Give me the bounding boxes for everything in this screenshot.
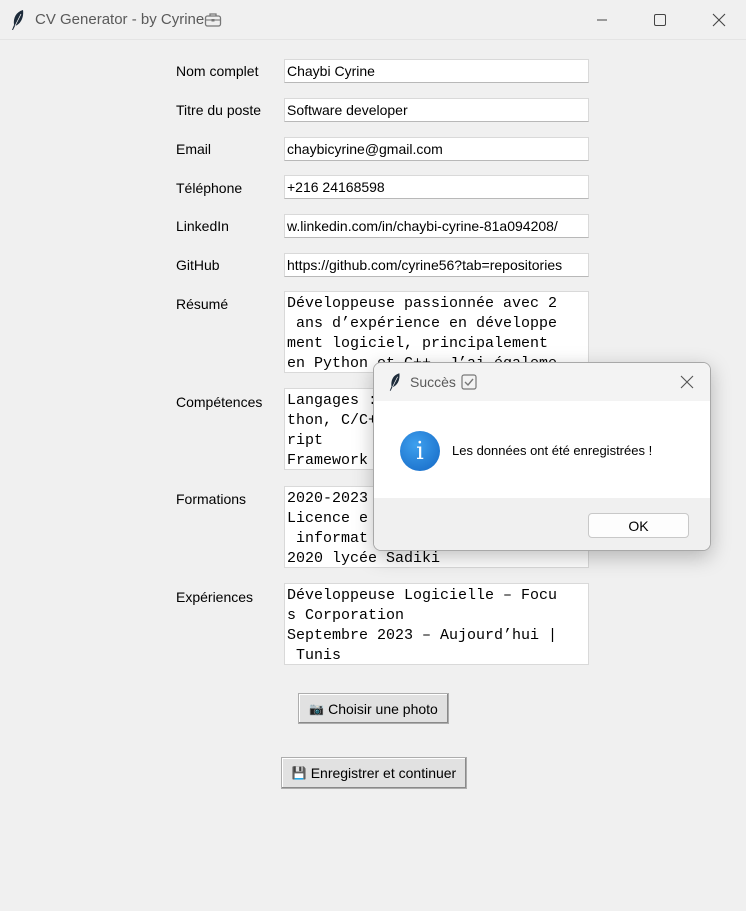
save-continue-label: Enregistrer et continuer (310, 765, 457, 781)
success-dialog: Succès i Les données ont été enregistrée… (373, 362, 711, 551)
feather-icon (389, 373, 400, 391)
experiences-textarea[interactable]: Développeuse Logicielle – Focu s Corpora… (284, 583, 589, 665)
save-continue-button[interactable]: 💾 Enregistrer et continuer (281, 757, 467, 789)
minimize-button[interactable] (572, 0, 632, 40)
camera-icon: 📷 (309, 701, 325, 716)
maximize-button[interactable] (630, 0, 690, 40)
linkedin-input[interactable]: w.linkedin.com/in/chaybi-cyrine-81a09420… (284, 214, 589, 238)
resume-textarea[interactable]: Développeuse passionnée avec 2 ans d’exp… (284, 291, 589, 373)
label-email: Email (176, 141, 212, 157)
label-linkedin: LinkedIn (176, 218, 229, 234)
telephone-input[interactable]: +216 24168598 (284, 175, 589, 199)
floppy-disk-icon: 💾 (291, 766, 307, 780)
label-resume: Résumé (176, 296, 229, 312)
choose-photo-label: Choisir une photo (328, 700, 438, 717)
dialog-close-button[interactable] (664, 363, 710, 401)
maximize-icon (654, 14, 666, 26)
label-github: GitHub (176, 257, 220, 273)
checkbox-icon (461, 374, 477, 390)
window-titlebar: CV Generator - by Cyrine (0, 0, 746, 40)
close-icon (680, 375, 694, 389)
briefcase-icon (204, 13, 222, 27)
titre-poste-input[interactable]: Software developer (284, 98, 589, 122)
feather-icon (12, 10, 24, 30)
choose-photo-button[interactable]: 📷 Choisir une photo (298, 693, 449, 724)
close-button[interactable] (688, 0, 746, 40)
email-input[interactable]: chaybicyrine@gmail.com (284, 137, 589, 161)
label-nom-complet: Nom complet (176, 63, 259, 79)
info-icon: i (400, 431, 440, 471)
minimize-icon (597, 19, 607, 21)
label-experiences: Expériences (176, 589, 254, 605)
nom-complet-input[interactable]: Chaybi Cyrine (284, 59, 589, 83)
close-icon (712, 13, 726, 27)
label-titre-poste: Titre du poste (176, 102, 262, 118)
dialog-message: Les données ont été enregistrées ! (452, 443, 653, 458)
dialog-title: Succès (410, 374, 456, 390)
label-competences: Compétences (176, 394, 263, 410)
github-input[interactable]: https://github.com/cyrine56?tab=reposito… (284, 253, 589, 277)
ok-button[interactable]: OK (588, 513, 689, 538)
label-telephone: Téléphone (176, 180, 243, 196)
label-formations: Formations (176, 491, 247, 507)
window-title: CV Generator - by Cyrine (35, 11, 205, 28)
